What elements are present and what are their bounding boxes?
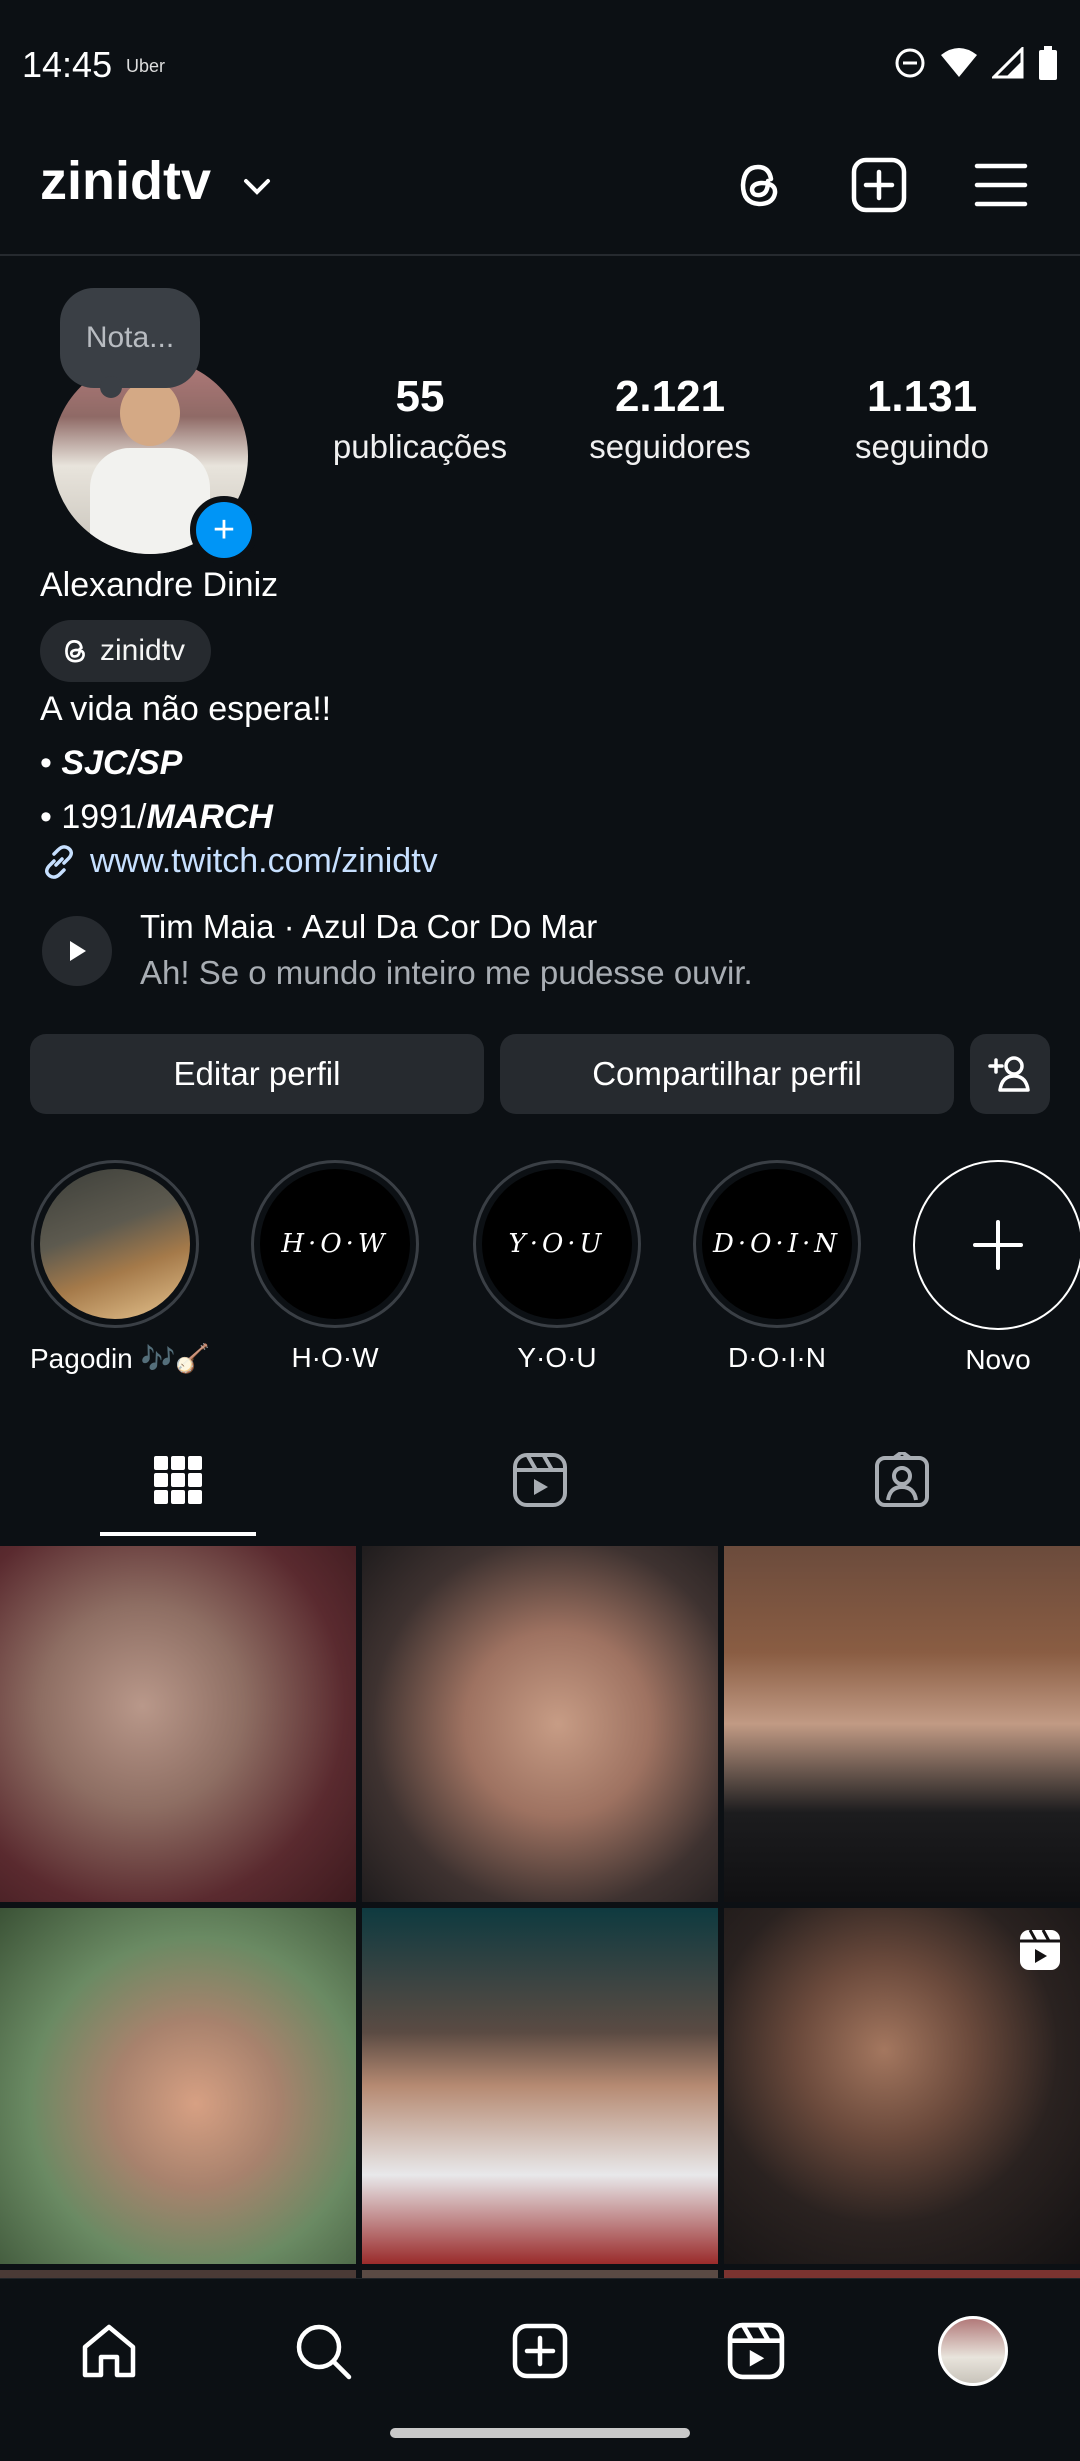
highlight-label: D·O·I·N	[728, 1342, 826, 1373]
threads-handle: zinidtv	[100, 634, 186, 667]
threads-icon	[65, 640, 85, 663]
reels-icon	[513, 1453, 567, 1507]
highlight-label: H·O·W	[291, 1342, 379, 1373]
highlight-cover	[31, 1160, 199, 1328]
post-thumbnail[interactable]	[362, 1546, 718, 1902]
stat-followers-label: seguidores	[589, 428, 751, 465]
music-title[interactable]: Tim Maia · Azul Da Cor Do Mar	[140, 908, 597, 946]
post-thumbnail[interactable]	[724, 1908, 1080, 2264]
post-thumbnail[interactable]	[724, 1546, 1080, 1902]
highlight-label: Y·O·U	[517, 1342, 597, 1373]
nav-profile[interactable]	[928, 2306, 1018, 2396]
tab-active-indicator	[100, 1532, 256, 1536]
highlight-how[interactable]: H·O·W H·O·W	[250, 1160, 420, 1374]
bio-line-3-bold: MARCH	[146, 798, 273, 836]
nav-reels[interactable]	[711, 2306, 801, 2396]
nav-create[interactable]	[495, 2306, 585, 2396]
discover-people-button[interactable]	[970, 1034, 1050, 1114]
status-time: 14:45	[22, 44, 113, 85]
link-icon	[45, 844, 73, 879]
plus-square-icon	[851, 157, 907, 213]
highlight-doin[interactable]: D·O·I·N D·O·I·N	[692, 1160, 862, 1374]
wifi-icon	[941, 48, 977, 77]
highlight-cover-text: H·O·W	[260, 1169, 410, 1319]
plus-square-icon	[512, 2323, 568, 2379]
status-app-notification: Uber	[126, 56, 166, 76]
stat-following-label: seguindo	[855, 428, 989, 465]
chevron-down-icon[interactable]	[240, 170, 274, 204]
highlight-cover-text: D·O·I·N	[702, 1169, 852, 1319]
nav-search[interactable]	[278, 2306, 368, 2396]
stat-following-count: 1.131	[866, 372, 978, 421]
profile-username[interactable]: zinidtv	[40, 150, 211, 212]
bio-link[interactable]: www.twitch.com/zinidtv	[40, 842, 438, 881]
bio-line-3: • 1991/MARCH	[40, 798, 273, 837]
home-indicator	[390, 2428, 690, 2438]
highlight-label: Novo	[965, 1344, 1031, 1375]
add-story-icon[interactable]: +	[190, 496, 258, 564]
post-thumbnail[interactable]	[0, 1908, 356, 2264]
tab-reels[interactable]	[480, 1440, 600, 1520]
threads-badge[interactable]: zinidtv	[40, 620, 212, 682]
highlight-cover-text: Y·O·U	[482, 1169, 632, 1319]
nav-home[interactable]	[64, 2306, 154, 2396]
nav-profile-avatar	[938, 2316, 1008, 2386]
bio-line-3-prefix: • 1991/	[40, 798, 147, 836]
music-lyric: Ah! Se o mundo inteiro me pudesse ouvir.	[140, 954, 753, 991]
dnd-icon	[895, 48, 925, 78]
bio-link-url: www.twitch.com/zinidtv	[90, 842, 438, 880]
tab-tagged[interactable]	[842, 1440, 962, 1520]
header-divider	[0, 254, 1080, 256]
highlight-label: Pagodin 🎶🪕	[30, 1343, 211, 1374]
search-icon	[296, 2324, 352, 2380]
post-thumbnail[interactable]	[362, 1908, 718, 2264]
battery-icon	[1039, 46, 1057, 80]
menu-icon	[974, 163, 1028, 207]
play-icon	[70, 941, 86, 961]
post-thumbnail[interactable]	[0, 1546, 356, 1902]
guitar-photo	[40, 1169, 190, 1319]
tab-posts-grid[interactable]	[118, 1440, 238, 1520]
bio-line-2-bold: SJC/SP	[61, 744, 183, 782]
stat-followers-count: 2.121	[614, 372, 726, 421]
edit-profile-button[interactable]: Editar perfil	[30, 1034, 484, 1114]
bio-line-2: • SJC/SP	[40, 744, 182, 783]
highlight-you[interactable]: Y·O·U Y·O·U	[472, 1160, 642, 1374]
reel-badge-icon	[1020, 1929, 1060, 1970]
plus-icon	[973, 1220, 1023, 1270]
stat-posts-count: 55	[395, 372, 445, 421]
status-icons	[894, 46, 1058, 80]
music-play-button[interactable]	[42, 916, 112, 986]
create-button[interactable]	[844, 150, 914, 220]
highlight-new[interactable]: Novo	[913, 1160, 1080, 1376]
share-profile-button[interactable]: Compartilhar perfil	[500, 1034, 954, 1114]
add-person-icon	[988, 1056, 1030, 1092]
stat-posts[interactable]: 55 publicações	[310, 372, 530, 466]
signal-icon	[992, 47, 1024, 79]
threads-icon	[740, 164, 778, 207]
threads-button[interactable]	[724, 150, 794, 220]
stat-posts-label: publicações	[332, 428, 508, 465]
stat-followers[interactable]: 2.121 seguidores	[560, 372, 780, 466]
stat-following[interactable]: 1.131 seguindo	[812, 372, 1032, 466]
highlight-pagodin[interactable]: Pagodin 🎶🪕	[30, 1160, 211, 1375]
reels-icon	[727, 2322, 785, 2380]
profile-full-name: Alexandre Diniz	[40, 566, 279, 604]
bio-line-1: A vida não espera!!	[40, 690, 332, 728]
menu-button[interactable]	[966, 150, 1036, 220]
note-bubble[interactable]: Nota...	[60, 288, 200, 398]
tagged-person-icon	[875, 1452, 929, 1507]
bio-line-2-prefix: •	[40, 744, 62, 782]
grid-icon	[154, 1456, 202, 1504]
home-icon	[82, 2324, 136, 2378]
